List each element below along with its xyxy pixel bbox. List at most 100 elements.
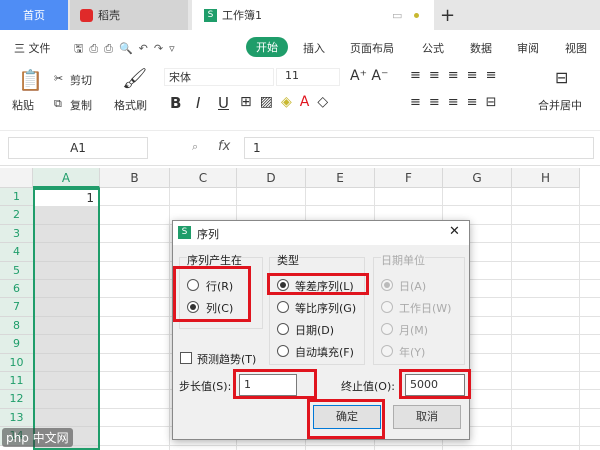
bold-button[interactable]: B bbox=[170, 94, 181, 112]
radio-geometric-label[interactable]: 等比序列(G) bbox=[295, 300, 356, 316]
tab-label: 稻壳 bbox=[98, 9, 120, 22]
column-header-B[interactable]: B bbox=[100, 168, 170, 188]
trend-label[interactable]: 预测趋势(T) bbox=[197, 351, 256, 367]
row-header-3[interactable]: 3 bbox=[0, 224, 33, 244]
tab-label: 首页 bbox=[23, 9, 45, 22]
vertical-align-icons[interactable]: ≡≡≡≡≡ bbox=[410, 68, 504, 83]
name-box[interactable]: A1 bbox=[8, 137, 148, 159]
radio-date-label[interactable]: 日期(D) bbox=[295, 322, 334, 338]
column-gridline bbox=[511, 188, 512, 450]
column-header-G[interactable]: G bbox=[443, 168, 512, 188]
radio-year[interactable] bbox=[381, 345, 393, 357]
font-name-select[interactable]: 宋体 bbox=[164, 68, 274, 86]
row-header-11[interactable]: 11 bbox=[0, 372, 33, 391]
cancel-button[interactable]: 取消 bbox=[393, 405, 461, 429]
series-dialog: S 序列 ✕ 序列产生在 行(R) 列(C) 类型 等差序列(L) 等比序列(G… bbox=[172, 220, 471, 440]
menu-tab-insert[interactable]: 插入 bbox=[303, 40, 325, 56]
row-gridline bbox=[33, 444, 600, 446]
menu-tab-review[interactable]: 审阅 bbox=[517, 40, 539, 56]
file-menu[interactable]: 三 文件 bbox=[14, 40, 51, 56]
paste-icon[interactable]: 📋 bbox=[18, 68, 43, 92]
menu-tab-start[interactable]: 开始 bbox=[246, 37, 288, 57]
menu-tab-view[interactable]: 视图 bbox=[565, 40, 587, 56]
row-header-12[interactable]: 12 bbox=[0, 390, 33, 409]
radio-day-label[interactable]: 日(A) bbox=[399, 278, 426, 294]
tab-workbook[interactable]: S 工作簿1 ▭ bbox=[192, 0, 434, 30]
format-painter-icon[interactable]: 🖌 bbox=[122, 66, 147, 90]
column-header-H[interactable]: H bbox=[512, 168, 580, 188]
radio-month[interactable] bbox=[381, 323, 393, 335]
column-header-C[interactable]: C bbox=[170, 168, 237, 188]
radio-workday[interactable] bbox=[381, 301, 393, 313]
radio-day[interactable] bbox=[381, 279, 393, 291]
fx-icon[interactable]: fx bbox=[218, 139, 230, 154]
horizontal-align-icons[interactable]: ≡≡≡≡⊟ bbox=[410, 95, 504, 110]
select-all-corner[interactable] bbox=[0, 168, 33, 188]
row-header-1[interactable]: 1 bbox=[0, 188, 33, 207]
row-gridline bbox=[33, 205, 600, 207]
merge-center-button[interactable]: 合并居中 bbox=[538, 97, 582, 113]
radio-workday-label[interactable]: 工作日(W) bbox=[399, 300, 451, 316]
tab-home[interactable]: 首页 bbox=[0, 0, 68, 30]
docer-icon bbox=[80, 8, 93, 22]
cell-a1[interactable]: 1 bbox=[35, 190, 98, 206]
menu-tab-formulas[interactable]: 公式 bbox=[422, 40, 444, 56]
row-header-6[interactable]: 6 bbox=[0, 280, 33, 299]
menu-tab-page-layout[interactable]: 页面布局 bbox=[350, 40, 394, 56]
zoom-icon[interactable]: ⌕ bbox=[192, 140, 198, 154]
row-header-9[interactable]: 9 bbox=[0, 335, 33, 354]
cut-icon[interactable]: ✂ bbox=[54, 72, 63, 85]
sheet-icon: S bbox=[178, 226, 191, 239]
radio-autofill[interactable] bbox=[277, 345, 289, 357]
trend-checkbox[interactable] bbox=[180, 352, 192, 364]
column-header-D[interactable]: D bbox=[237, 168, 306, 188]
highlight-box bbox=[233, 369, 317, 399]
row-header-5[interactable]: 5 bbox=[0, 261, 33, 280]
paste-button[interactable]: 粘贴 bbox=[12, 97, 34, 113]
monitor-icon[interactable]: ▭ bbox=[392, 9, 402, 22]
sheet-icon: S bbox=[204, 8, 217, 22]
row-header-13[interactable]: 13 bbox=[0, 408, 33, 428]
copy-icon[interactable]: ⧉ bbox=[54, 97, 62, 111]
cut-button[interactable]: 剪切 bbox=[70, 72, 92, 88]
row-header-7[interactable]: 7 bbox=[0, 298, 33, 317]
new-tab-button[interactable]: + bbox=[440, 0, 455, 30]
format-painter-button[interactable]: 格式刷 bbox=[114, 97, 147, 113]
copy-button[interactable]: 复制 bbox=[70, 97, 92, 113]
stop-label: 终止值(O): bbox=[341, 380, 395, 393]
radio-autofill-label[interactable]: 自动填充(F) bbox=[295, 344, 354, 360]
border-fill-color-icons[interactable]: ⊞▨◈A◇ bbox=[240, 94, 336, 110]
step-label: 步长值(S): bbox=[179, 380, 232, 393]
tab-bar: 首页 稻壳 S 工作簿1 ▭ + bbox=[0, 0, 600, 30]
dialog-title: 序列 bbox=[197, 228, 219, 241]
radio-year-label[interactable]: 年(Y) bbox=[399, 344, 425, 360]
tab-docer[interactable]: 稻壳 bbox=[70, 0, 188, 30]
dialog-titlebar: S 序列 ✕ bbox=[173, 221, 469, 245]
column-a-selection[interactable] bbox=[33, 188, 100, 450]
column-header-F[interactable]: F bbox=[375, 168, 443, 188]
formula-input[interactable]: 1 bbox=[244, 137, 594, 159]
row-header-2[interactable]: 2 bbox=[0, 206, 33, 225]
column-gridline bbox=[579, 188, 580, 450]
column-gridline bbox=[169, 188, 170, 450]
merge-icon[interactable]: ⊟ bbox=[555, 68, 568, 87]
column-header-A[interactable]: A bbox=[33, 168, 100, 188]
italic-button[interactable]: I bbox=[196, 94, 200, 112]
font-size-select[interactable]: 11 bbox=[276, 68, 340, 86]
unsaved-dot-icon bbox=[414, 12, 419, 18]
column-header-E[interactable]: E bbox=[306, 168, 375, 188]
radio-date[interactable] bbox=[277, 323, 289, 335]
underline-button[interactable]: U bbox=[218, 94, 229, 112]
close-button[interactable]: ✕ bbox=[449, 224, 460, 239]
radio-geometric[interactable] bbox=[277, 301, 289, 313]
row-header-10[interactable]: 10 bbox=[0, 353, 33, 372]
highlight-box bbox=[399, 369, 471, 399]
highlight-box bbox=[307, 399, 385, 439]
menu-tab-data[interactable]: 数据 bbox=[470, 40, 492, 56]
radio-month-label[interactable]: 月(M) bbox=[399, 322, 428, 338]
quick-access-icons[interactable]: 🖫⎙⎙🔍↶↷▿ bbox=[74, 40, 181, 59]
date-unit-label: 日期单位 bbox=[381, 252, 425, 268]
row-header-8[interactable]: 8 bbox=[0, 316, 33, 336]
row-header-4[interactable]: 4 bbox=[0, 243, 33, 262]
font-size-increase-icon[interactable]: A⁺ A⁻ bbox=[350, 68, 388, 84]
